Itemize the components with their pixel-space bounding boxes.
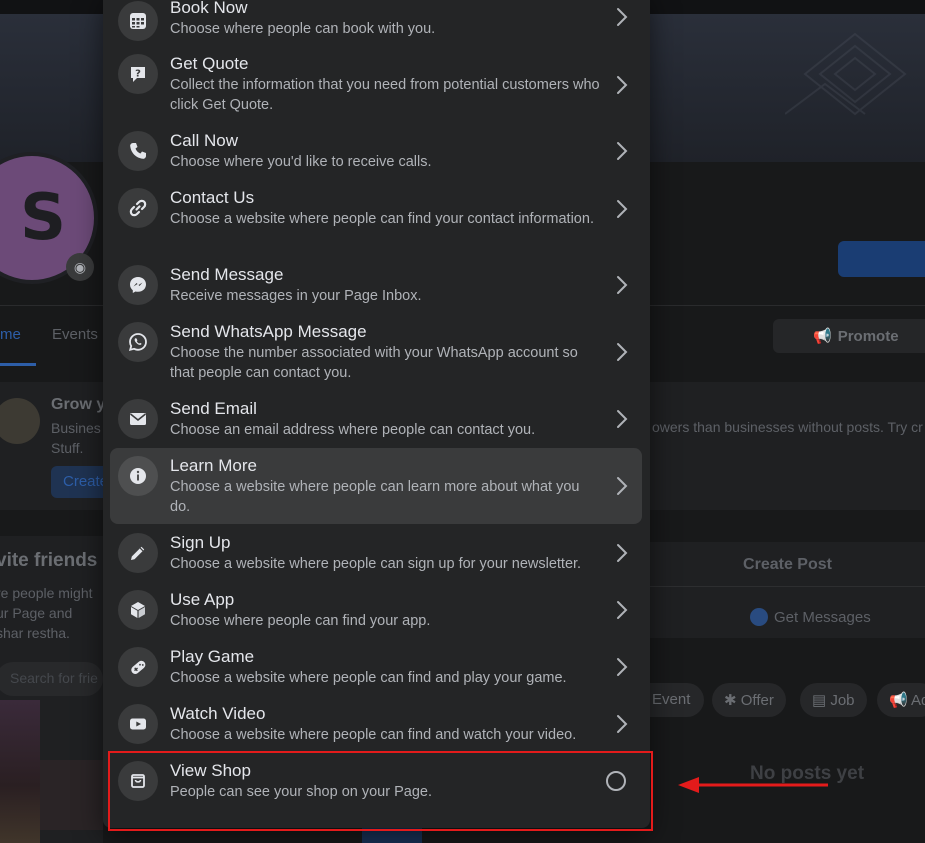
menu-item-sign-up[interactable]: Sign Up Choose a website where people ca… <box>110 529 642 586</box>
menu-item-call-now[interactable]: Call Now Choose where you'd like to rece… <box>110 127 642 184</box>
menu-item-title: Get Quote <box>170 54 249 73</box>
camera-icon[interactable]: ◉ <box>66 253 94 281</box>
menu-item-title: Use App <box>170 590 235 609</box>
chevron-right-icon <box>617 343 628 361</box>
menu-item-title: Call Now <box>170 131 239 150</box>
menu-item-desc: Choose a website where people can sign u… <box>170 556 582 572</box>
calendar-icon <box>118 1 158 41</box>
menu-item-send-whatsapp[interactable]: Send WhatsApp Message Choose the number … <box>110 318 642 395</box>
menu-item-desc: Choose a website where people can find a… <box>170 727 577 743</box>
primary-action-button[interactable] <box>838 241 925 277</box>
menu-item-play-game[interactable]: Play Game Choose a website where people … <box>110 643 642 700</box>
play-icon <box>118 704 158 744</box>
svg-text:?: ? <box>135 69 141 80</box>
menu-item-title: Watch Video <box>170 704 266 723</box>
get-messages-button[interactable]: Get Messages <box>750 608 871 626</box>
friend-avatar[interactable] <box>0 700 40 843</box>
menu-item-book-now[interactable]: Book Now Choose where people can book wi… <box>110 0 642 50</box>
messenger-icon <box>118 265 158 305</box>
menu-item-title: Learn More <box>170 456 257 475</box>
menu-item-desc: Collect the information that you need fr… <box>170 77 600 113</box>
chevron-right-icon <box>617 544 628 562</box>
tab-events[interactable]: Events <box>52 326 98 343</box>
menu-item-desc: Choose an email address where people can… <box>170 422 536 438</box>
menu-item-watch-video[interactable]: Watch Video Choose a website where peopl… <box>110 700 642 757</box>
menu-item-learn-more[interactable]: Learn More Choose a website where people… <box>110 448 642 524</box>
menu-item-get-quote[interactable]: ? Get Quote Collect the information that… <box>110 50 642 127</box>
menu-item-title: Contact Us <box>170 188 255 207</box>
messenger-icon <box>750 608 768 626</box>
create-post-button[interactable]: Create Post <box>650 556 925 574</box>
ad-label: Ad <box>911 692 925 709</box>
friend-search-input[interactable]: Search for frie <box>0 662 103 696</box>
chevron-right-icon <box>617 477 628 495</box>
offer-label: Offer <box>740 692 774 709</box>
chevron-right-icon <box>617 601 628 619</box>
get-messages-label: Get Messages <box>774 608 871 626</box>
menu-item-title: Send Email <box>170 399 257 418</box>
phone-icon <box>118 131 158 171</box>
chevron-right-icon <box>617 410 628 428</box>
menu-item-title: Send WhatsApp Message <box>170 322 367 341</box>
arrow-left-icon <box>678 777 828 793</box>
menu-item-use-app[interactable]: Use App Choose where people can find you… <box>110 586 642 643</box>
chevron-right-icon <box>617 8 628 26</box>
divider <box>650 586 925 587</box>
job-label: Job <box>830 692 855 709</box>
menu-item-desc: Choose a website where people can learn … <box>170 479 580 515</box>
job-chip[interactable]: ▤ Job <box>800 683 867 717</box>
menu-item-title: Sign Up <box>170 533 231 552</box>
menu-item-title: Book Now <box>170 0 248 17</box>
promote-button[interactable]: 📢 Promote <box>773 319 925 353</box>
ad-chip[interactable]: 📢 Ad <box>877 683 925 717</box>
screen: S ◉ me Events 📢 Promote Grow y Busines S… <box>0 0 925 843</box>
menu-item-send-email[interactable]: Send Email Choose an email address where… <box>110 395 642 452</box>
menu-item-contact-us[interactable]: Contact Us Choose a website where people… <box>110 184 642 261</box>
friend-avatar[interactable] <box>40 760 103 830</box>
highlight-box <box>108 751 653 831</box>
cover-pattern-icon <box>785 32 907 116</box>
tab-home[interactable]: me <box>0 326 21 343</box>
menu-item-desc: Choose where people can find your app. <box>170 613 431 629</box>
grow-card-text: Busines Stuff. <box>51 420 101 456</box>
quote-bubble-icon: ? <box>118 54 158 94</box>
offer-chip[interactable]: ✱ Offer <box>712 683 786 717</box>
chevron-right-icon <box>617 76 628 94</box>
chevron-right-icon <box>617 142 628 160</box>
chevron-right-icon <box>617 200 628 218</box>
envelope-icon <box>118 399 158 439</box>
megaphone-icon: 📢 <box>813 328 832 345</box>
info-icon <box>118 456 158 496</box>
pencil-icon <box>118 533 158 573</box>
cube-icon <box>118 590 158 630</box>
menu-item-desc: Choose where people can book with you. <box>170 21 436 37</box>
chevron-right-icon <box>617 276 628 294</box>
menu-item-send-message[interactable]: Send Message Receive messages in your Pa… <box>110 261 642 318</box>
menu-item-desc: Choose the number associated with your W… <box>170 345 578 381</box>
avatar-letter: S <box>19 181 67 255</box>
menu-item-title: Send Message <box>170 265 284 284</box>
menu-item-desc: Choose a website where people can find a… <box>170 670 567 686</box>
invite-text: re people might ur Page and shar restha. <box>0 585 93 641</box>
promote-label: Promote <box>837 327 899 345</box>
gamepad-icon <box>118 647 158 687</box>
link-icon <box>118 188 158 228</box>
create-button[interactable]: Create <box>51 466 111 498</box>
menu-item-desc: Receive messages in your Page Inbox. <box>170 288 422 304</box>
tab-home-indicator <box>0 363 36 366</box>
action-button-menu: Book Now Choose where people can book wi… <box>103 0 650 828</box>
whatsapp-icon <box>118 322 158 362</box>
chevron-right-icon <box>617 658 628 676</box>
menu-item-desc: Choose where you'd like to receive calls… <box>170 154 432 170</box>
grow-card-title: Grow y <box>51 396 106 413</box>
invite-title: vite friends <box>0 550 98 571</box>
menu-item-title: Play Game <box>170 647 255 666</box>
menu-item-desc: Choose a website where people can find y… <box>170 211 594 227</box>
chevron-right-icon <box>617 715 628 733</box>
grow-card-text-right: owers than businesses without posts. Try… <box>652 419 923 435</box>
